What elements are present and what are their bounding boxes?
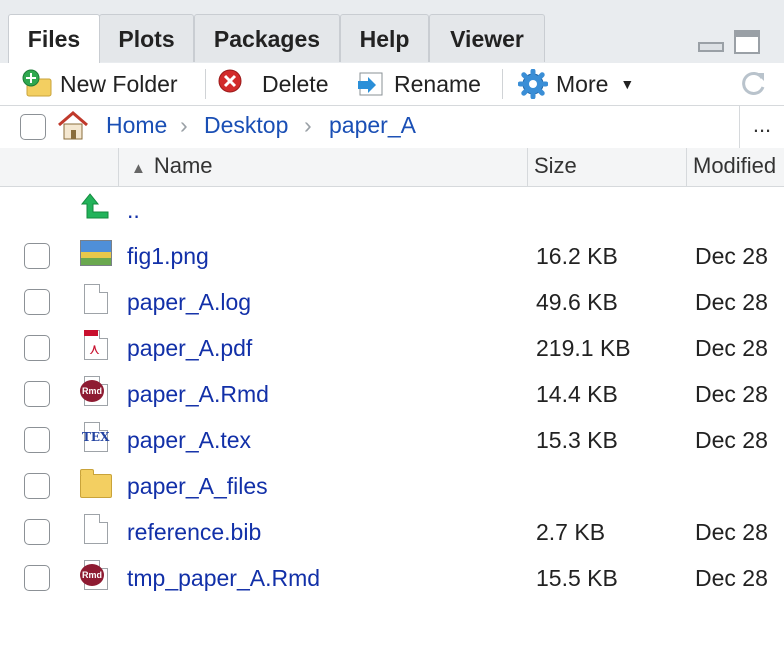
chevron-right-icon: › — [180, 112, 188, 138]
image-icon — [80, 238, 112, 270]
more-path-button[interactable]: ... — [739, 106, 784, 148]
file-name-link[interactable]: paper_A.tex — [127, 427, 251, 454]
column-header: ▲ Name Size Modified — [0, 148, 784, 187]
breadcrumb-paper-a[interactable]: paper_A — [329, 112, 416, 139]
file-size: 15.3 KB — [536, 427, 618, 453]
breadcrumb-home[interactable]: Home — [106, 112, 167, 139]
tab-packages[interactable]: Packages — [194, 14, 340, 62]
tab-plots[interactable]: Plots — [99, 14, 194, 62]
file-row[interactable]: ⋏ paper_A.pdf 219.1 KB Dec 28 — [0, 326, 784, 372]
column-modified-label: Modified — [693, 153, 777, 178]
tab-viewer[interactable]: Viewer — [429, 14, 545, 62]
file-modified: Dec 28 — [695, 381, 768, 407]
more-label: More — [556, 70, 609, 97]
file-name-link[interactable]: fig1.png — [127, 243, 209, 270]
rmd-icon: Rmd — [80, 376, 112, 408]
row-checkbox[interactable] — [24, 473, 50, 499]
row-checkbox[interactable] — [24, 335, 50, 361]
up-arrow-icon — [80, 192, 112, 224]
file-name-link[interactable]: paper_A.Rmd — [127, 381, 269, 408]
sort-ascending-icon: ▲ — [131, 160, 146, 177]
toolbar-divider — [205, 69, 206, 99]
breadcrumb-desktop[interactable]: Desktop — [204, 112, 288, 139]
file-modified: Dec 28 — [695, 243, 768, 269]
tex-icon: TEX — [80, 422, 112, 454]
refresh-icon — [738, 69, 768, 99]
file-size: 219.1 KB — [536, 335, 631, 361]
file-modified: Dec 28 — [695, 427, 768, 453]
file-size: 49.6 KB — [536, 289, 618, 315]
file-size: 16.2 KB — [536, 243, 618, 269]
rename-icon — [356, 69, 386, 99]
new-folder-icon — [22, 69, 52, 99]
row-checkbox[interactable] — [24, 519, 50, 545]
delete-button[interactable]: Delete — [218, 67, 328, 101]
tab-help[interactable]: Help — [340, 14, 429, 62]
file-modified: Dec 28 — [695, 519, 768, 545]
file-size: 2.7 KB — [536, 519, 606, 545]
parent-directory-row[interactable]: .. — [0, 188, 784, 234]
pdf-icon: ⋏ — [80, 330, 112, 362]
column-size-label: Size — [534, 153, 577, 178]
delete-icon — [218, 69, 248, 99]
file-name-link[interactable]: paper_A.pdf — [127, 335, 252, 362]
select-all-checkbox[interactable] — [20, 114, 46, 140]
window-controls — [698, 30, 762, 56]
breadcrumb: Home › Desktop › paper_A ... — [0, 106, 784, 149]
file-row[interactable]: fig1.png 16.2 KB Dec 28 — [0, 234, 784, 280]
gear-icon — [517, 68, 549, 100]
file-name-link[interactable]: tmp_paper_A.Rmd — [127, 565, 320, 592]
column-name[interactable]: ▲ Name — [118, 148, 528, 186]
home-icon[interactable] — [56, 110, 90, 142]
row-checkbox[interactable] — [24, 243, 50, 269]
row-checkbox[interactable] — [24, 381, 50, 407]
chevron-right-icon: › — [304, 112, 312, 138]
new-folder-label: New Folder — [60, 70, 178, 97]
row-checkbox[interactable] — [24, 565, 50, 591]
file-size: 14.4 KB — [536, 381, 618, 407]
delete-label: Delete — [262, 70, 329, 97]
text-file-icon — [80, 514, 112, 546]
minimize-pane-icon[interactable] — [698, 42, 724, 52]
column-name-label: Name — [153, 153, 213, 178]
file-size: 15.5 KB — [536, 565, 618, 591]
row-checkbox[interactable] — [24, 289, 50, 315]
folder-row[interactable]: paper_A_files — [0, 464, 784, 510]
toolbar-divider — [502, 69, 503, 99]
file-modified: Dec 28 — [695, 335, 768, 361]
refresh-button[interactable] — [738, 67, 776, 101]
maximize-pane-icon[interactable] — [734, 30, 760, 54]
file-row[interactable]: Rmd paper_A.Rmd 14.4 KB Dec 28 — [0, 372, 784, 418]
file-row[interactable]: reference.bib 2.7 KB Dec 28 — [0, 510, 784, 556]
file-modified: Dec 28 — [695, 289, 768, 315]
files-pane: Files Plots Packages Help Viewer New Fol… — [0, 0, 784, 658]
tab-bar: Files Plots Packages Help Viewer — [0, 0, 784, 64]
chevron-down-icon: ▼ — [620, 76, 635, 92]
folder-icon — [80, 468, 112, 500]
files-toolbar: New Folder Delete Rename More ▼ — [0, 63, 784, 106]
rename-label: Rename — [394, 70, 481, 97]
file-row[interactable]: paper_A.log 49.6 KB Dec 28 — [0, 280, 784, 326]
column-size[interactable]: Size — [527, 148, 687, 186]
row-checkbox[interactable] — [24, 427, 50, 453]
file-row[interactable]: Rmd tmp_paper_A.Rmd 15.5 KB Dec 28 — [0, 556, 784, 602]
parent-directory-link[interactable]: .. — [127, 197, 140, 224]
file-modified: Dec 28 — [695, 565, 768, 591]
file-name-link[interactable]: reference.bib — [127, 519, 261, 546]
column-modified[interactable]: Modified — [686, 148, 784, 186]
tab-files[interactable]: Files — [8, 14, 100, 64]
rename-button[interactable]: Rename — [356, 67, 481, 101]
text-file-icon — [80, 284, 112, 316]
new-folder-button[interactable]: New Folder — [22, 67, 178, 101]
file-row[interactable]: TEX paper_A.tex 15.3 KB Dec 28 — [0, 418, 784, 464]
rmd-icon: Rmd — [80, 560, 112, 592]
more-button[interactable]: More ▼ — [517, 67, 635, 101]
file-name-link[interactable]: paper_A.log — [127, 289, 251, 316]
folder-name-link[interactable]: paper_A_files — [127, 473, 268, 500]
